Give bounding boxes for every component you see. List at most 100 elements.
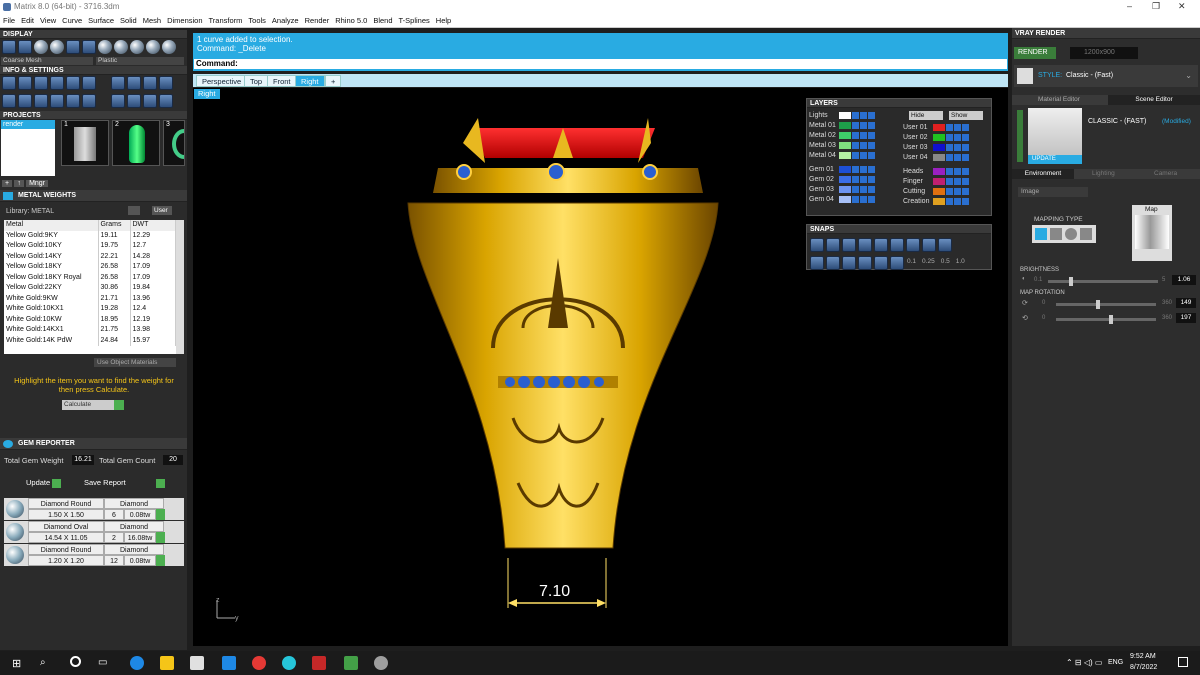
layer-select-icon[interactable] [868,165,875,173]
tool-icon[interactable] [111,94,125,108]
layer-lock-icon[interactable] [852,141,859,149]
tab-right[interactable]: Right [295,75,325,87]
snap-icon[interactable] [810,238,824,252]
menu-item[interactable]: Curve [59,14,85,28]
tab-front[interactable]: Front [267,75,297,87]
display-tool-icon[interactable] [82,40,96,54]
tool-icon[interactable] [50,94,64,108]
mapping-plane-icon[interactable] [1035,228,1047,240]
table-row[interactable]: Yellow Gold:10KY 19.75 12.7 [4,241,176,252]
layer-row[interactable]: Metal 04 [809,151,875,160]
table-row[interactable]: Yellow Gold:18KY Royal 26.58 17.09 [4,272,176,283]
scene-thumbnail[interactable]: UPDATE [1028,108,1082,164]
layer-visibility-icon[interactable] [860,141,867,149]
layer-row[interactable]: Metal 01 [809,121,875,130]
display-tool-icon[interactable] [2,40,16,54]
tool-icon[interactable] [143,76,157,90]
layer-lock-icon[interactable] [852,165,859,173]
snap-icon[interactable] [810,256,824,270]
layer-row[interactable]: Gem 04 [809,195,875,204]
layer-color-swatch[interactable] [839,165,851,173]
menu-item[interactable]: Dimension [164,14,205,28]
layer-lock-icon[interactable] [852,151,859,159]
layer-lock-icon[interactable] [946,197,953,205]
tool-icon[interactable] [143,94,157,108]
file-explorer-icon[interactable] [160,656,174,670]
layer-visibility-icon[interactable] [860,121,867,129]
snap-value[interactable]: 1.0 [956,258,965,265]
tab-scene-editor[interactable]: Scene Editor [1108,95,1200,105]
layer-lock-icon[interactable] [852,121,859,129]
snap-icon[interactable] [842,256,856,270]
layer-color-swatch[interactable] [839,185,851,193]
clock-time[interactable]: 9:52 AM [1130,653,1156,660]
layer-color-swatch[interactable] [933,167,945,175]
tool-icon[interactable] [159,94,173,108]
layer-row[interactable]: Heads [903,167,969,176]
layer-select-icon[interactable] [868,121,875,129]
menu-item[interactable]: T-Splines [396,14,433,28]
layer-lock-icon[interactable] [946,177,953,185]
rotation2-slider[interactable] [1056,315,1156,324]
layer-visibility-icon[interactable] [860,131,867,139]
menu-item[interactable]: Analyze [269,14,302,28]
gem-row[interactable]: Diamond Round Diamond 1.50 X 1.50 6 0.08tw [4,498,184,520]
update-scene-button[interactable]: UPDATE [1028,155,1082,164]
render-button[interactable]: RENDER [1014,47,1056,59]
notification-icon[interactable] [1178,657,1188,667]
store-icon[interactable] [190,656,204,670]
upload-project-button[interactable]: ↑ [14,180,24,187]
brightness-slider-knob[interactable] [1068,277,1073,286]
layer-row[interactable]: Lights [809,111,875,120]
brightness-slider[interactable] [1048,277,1158,286]
menu-item[interactable]: Surface [85,14,117,28]
layer-select-icon[interactable] [962,177,969,185]
snap-icon[interactable] [890,238,904,252]
table-row[interactable]: White Gold:14KX1 21.75 13.98 [4,325,176,336]
tab-top[interactable]: Top [244,75,269,87]
tool-icon[interactable] [2,94,16,108]
language-indicator[interactable]: ENG [1108,659,1123,666]
menu-item[interactable]: File [0,14,18,28]
layer-visibility-icon[interactable] [954,123,961,131]
layer-visibility-icon[interactable] [860,111,867,119]
edge-icon[interactable] [130,656,144,670]
layer-lock-icon[interactable] [852,111,859,119]
play-icon[interactable] [156,509,165,520]
table-row[interactable]: White Gold:10KW 18.95 12.19 [4,314,176,325]
tool-icon[interactable] [50,76,64,90]
style-row[interactable]: STYLE: Classic - (Fast) ⌄ [1014,65,1198,87]
tab-perspective[interactable]: Perspective [196,75,248,87]
layer-lock-icon[interactable] [946,123,953,131]
menu-item[interactable]: Transform [206,14,246,28]
layer-row[interactable]: Metal 03 [809,141,875,150]
material-sphere-icon[interactable] [162,40,176,54]
rotation2-slider-knob[interactable] [1108,315,1113,324]
snap-icon[interactable] [826,256,840,270]
layer-color-swatch[interactable] [839,151,851,159]
calculate-button[interactable]: Calculate [62,400,124,410]
brightness-value[interactable]: 1.06 [1172,275,1196,285]
mail-icon[interactable] [222,656,236,670]
use-object-materials[interactable]: Use Object Materials [94,358,176,367]
table-row[interactable]: Yellow Gold:22KY 30.86 19.84 [4,283,176,294]
tool-icon[interactable] [66,94,80,108]
layer-select-icon[interactable] [962,153,969,161]
metal-table-scrollbar[interactable] [176,220,184,354]
layer-visibility-icon[interactable] [860,175,867,183]
layer-lock-icon[interactable] [946,143,953,151]
snap-icon[interactable] [890,256,904,270]
layer-visibility-icon[interactable] [860,151,867,159]
minimize-button[interactable]: – [1127,1,1132,11]
shaded-sphere-icon[interactable] [50,40,64,54]
layer-row[interactable]: Gem 03 [809,185,875,194]
material-sphere-icon[interactable] [130,40,144,54]
tab-environment[interactable]: Environment [1012,169,1074,179]
layer-select-icon[interactable] [962,167,969,175]
menu-item[interactable]: Blend [370,14,395,28]
layer-row[interactable]: Metal 02 [809,131,875,140]
snap-value[interactable]: 0.1 [907,258,916,265]
layer-select-icon[interactable] [868,141,875,149]
play-icon[interactable] [156,532,165,543]
tool-icon[interactable] [2,76,16,90]
